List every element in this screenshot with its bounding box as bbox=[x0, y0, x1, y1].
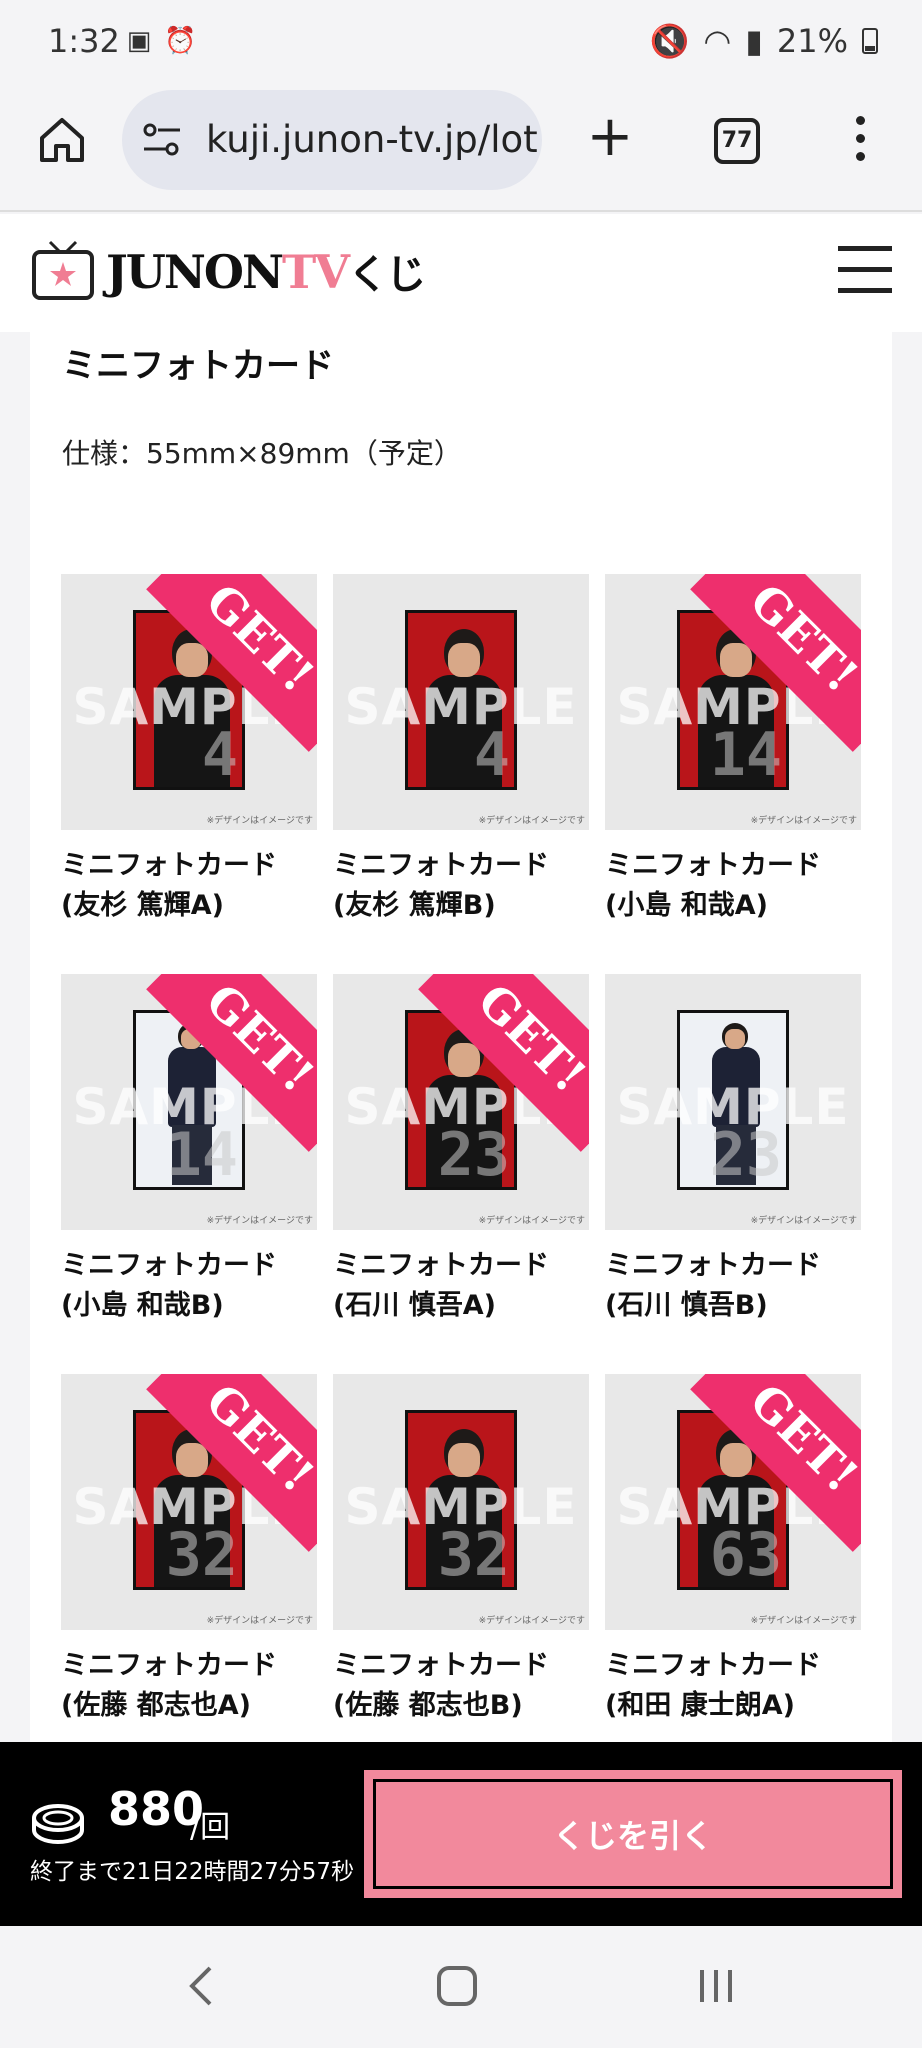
gallery-icon: ▣ bbox=[126, 26, 152, 56]
prize-caption: ミニフォトカード (石川 慎吾B) bbox=[605, 1246, 861, 1326]
prize-name: ミニフォトカード bbox=[61, 850, 277, 881]
battery-icon bbox=[862, 28, 878, 54]
design-note: ※デザインはイメージです bbox=[750, 1216, 857, 1226]
site-header: JUNONTVくじ bbox=[0, 214, 922, 332]
battery-percent: 21% bbox=[776, 22, 848, 60]
prize-caption: ミニフォトカード (佐藤 都志也A) bbox=[61, 1646, 317, 1726]
mute-icon: 🔇 bbox=[649, 22, 690, 60]
sample-watermark: SAMPLE bbox=[616, 1078, 850, 1136]
prize-caption: ミニフォトカード (友杉 篤輝A) bbox=[61, 846, 317, 926]
logo-kuji: くじ bbox=[347, 252, 426, 298]
tab-switcher-button[interactable]: 77 bbox=[714, 118, 760, 164]
prize-thumbnail[interactable]: 14 SAMPLE ※デザインはイメージです GET! bbox=[61, 974, 317, 1230]
prize-caption: ミニフォトカード (和田 康士朗A) bbox=[605, 1646, 861, 1726]
prize-name: ミニフォトカード bbox=[333, 1650, 549, 1681]
prize-item[interactable]: 32 SAMPLE ※デザインはイメージです GET! ミニフォトカード (佐藤 都志也A… bbox=[61, 1374, 317, 1726]
prize-item[interactable]: 23 SAMPLE ※デザインはイメージです GET! ミニフォトカード (石川 慎吾A) bbox=[333, 974, 589, 1326]
prize-thumbnail[interactable]: 63 SAMPLE ※デザインはイメージです GET! bbox=[605, 1374, 861, 1630]
prize-item[interactable]: 4 SAMPLE ※デザインはイメージです ミニフォトカード (友杉 篤輝B) bbox=[333, 574, 589, 926]
logo-main: JUNON bbox=[106, 245, 284, 299]
prize-thumbnail[interactable]: 4 SAMPLE ※デザインはイメージです bbox=[333, 574, 589, 830]
browser-toolbar: kuji.junon-tv.jp/lot + 77 bbox=[0, 84, 922, 212]
design-note: ※デザインはイメージです bbox=[478, 816, 585, 826]
prize-name: ミニフォトカード bbox=[61, 1650, 277, 1681]
prize-caption: ミニフォトカード (石川 慎吾A) bbox=[333, 1246, 589, 1326]
spec-text: 仕様：55mm×89mm（予定） bbox=[62, 437, 462, 470]
prize-item[interactable]: 23 SAMPLE ※デザインはイメージです ミニフォトカード (石川 慎吾B) bbox=[605, 974, 861, 1326]
prize-item[interactable]: 63 SAMPLE ※デザインはイメージです GET! ミニフォトカード (和田 康士朗A… bbox=[605, 1374, 861, 1726]
prize-variant: (小島 和哉A) bbox=[605, 890, 768, 921]
sample-watermark: SAMPLE bbox=[344, 1478, 578, 1536]
prize-name: ミニフォトカード bbox=[605, 1650, 821, 1681]
prize-item[interactable]: 32 SAMPLE ※デザインはイメージです ミニフォトカード (佐藤 都志也B) bbox=[333, 1374, 589, 1726]
prize-thumbnail[interactable]: 23 SAMPLE ※デザインはイメージです GET! bbox=[333, 974, 589, 1230]
prize-name: ミニフォトカード bbox=[61, 1250, 277, 1281]
wifi-icon: ◠ bbox=[703, 22, 732, 60]
prize-section: ミニフォトカード 仕様：55mm×89mm（予定） 4 SAMPLE ※デザインはイ… bbox=[30, 332, 892, 1742]
design-note: ※デザインはイメージです bbox=[206, 1616, 313, 1626]
more-menu-icon[interactable] bbox=[850, 116, 870, 166]
prize-variant: (友杉 篤輝A) bbox=[61, 890, 224, 921]
logo-tv: TV bbox=[282, 245, 350, 299]
status-right: 🔇 ◠ ▮ 21% bbox=[649, 22, 878, 60]
status-bar: 1:32 ▣ ⏰ 🔇 ◠ ▮ 21% bbox=[0, 0, 922, 84]
alarm-icon: ⏰ bbox=[164, 26, 197, 56]
prize-caption: ミニフォトカード (小島 和哉B) bbox=[61, 1246, 317, 1326]
prize-item[interactable]: 14 SAMPLE ※デザインはイメージです GET! ミニフォトカード (小島 和哉B) bbox=[61, 974, 317, 1326]
prize-thumbnail[interactable]: 32 SAMPLE ※デザインはイメージです GET! bbox=[61, 1374, 317, 1630]
site-logo[interactable]: JUNONTVくじ bbox=[106, 242, 426, 300]
time-remaining: 終了まで21日22時間27分57秒 bbox=[30, 1859, 355, 1885]
site-settings-icon[interactable] bbox=[142, 122, 182, 158]
prize-variant: (佐藤 都志也B) bbox=[333, 1690, 523, 1721]
prize-item[interactable]: 14 SAMPLE ※デザインはイメージです GET! ミニフォトカード (小島 和哉A) bbox=[605, 574, 861, 926]
prize-name: ミニフォトカード bbox=[333, 1250, 549, 1281]
purchase-bar: 880 /回 終了まで21日22時間27分57秒 くじを引く bbox=[0, 1742, 922, 1926]
price-unit: /回 bbox=[190, 1810, 231, 1845]
section-title: ミニフォトカード bbox=[62, 346, 334, 386]
signal-icon: ▮ bbox=[745, 22, 763, 60]
sample-watermark: SAMPLE bbox=[344, 678, 578, 736]
prize-caption: ミニフォトカード (友杉 篤輝B) bbox=[333, 846, 589, 926]
prize-variant: (石川 慎吾A) bbox=[333, 1290, 496, 1321]
prize-name: ミニフォトカード bbox=[605, 850, 821, 881]
tv-logo-icon[interactable] bbox=[30, 238, 96, 304]
prize-variant: (佐藤 都志也A) bbox=[61, 1690, 251, 1721]
prize-caption: ミニフォトカード (小島 和哉A) bbox=[605, 846, 861, 926]
prize-variant: (小島 和哉B) bbox=[61, 1290, 224, 1321]
prize-item[interactable]: 4 SAMPLE ※デザインはイメージです GET! ミニフォトカード (友杉 篤輝A) bbox=[61, 574, 317, 926]
system-nav-bar bbox=[0, 1926, 922, 2048]
prize-name: ミニフォトカード bbox=[333, 850, 549, 881]
design-note: ※デザインはイメージです bbox=[750, 1616, 857, 1626]
prize-variant: (和田 康士朗A) bbox=[605, 1690, 795, 1721]
hamburger-menu-icon[interactable] bbox=[838, 246, 892, 294]
prize-thumbnail[interactable]: 4 SAMPLE ※デザインはイメージです GET! bbox=[61, 574, 317, 830]
design-note: ※デザインはイメージです bbox=[206, 816, 313, 826]
prize-name: ミニフォトカード bbox=[605, 1250, 821, 1281]
status-time: 1:32 bbox=[48, 22, 120, 60]
address-bar[interactable]: kuji.junon-tv.jp/lot bbox=[122, 90, 542, 190]
home-icon[interactable] bbox=[36, 114, 88, 166]
design-note: ※デザインはイメージです bbox=[750, 816, 857, 826]
new-tab-icon[interactable]: + bbox=[584, 109, 636, 165]
design-note: ※デザインはイメージです bbox=[206, 1216, 313, 1226]
prize-variant: (友杉 篤輝B) bbox=[333, 890, 496, 921]
design-note: ※デザインはイメージです bbox=[478, 1216, 585, 1226]
back-icon[interactable] bbox=[186, 1964, 216, 2008]
prize-caption: ミニフォトカード (佐藤 都志也B) bbox=[333, 1646, 589, 1726]
prize-thumbnail[interactable]: 14 SAMPLE ※デザインはイメージです GET! bbox=[605, 574, 861, 830]
draw-lottery-button[interactable]: くじを引く bbox=[364, 1770, 902, 1898]
recent-apps-icon[interactable] bbox=[696, 1966, 736, 2006]
prize-variant: (石川 慎吾B) bbox=[605, 1290, 768, 1321]
status-left-icons: ▣ ⏰ bbox=[124, 26, 197, 56]
prize-thumbnail[interactable]: 23 SAMPLE ※デザインはイメージです bbox=[605, 974, 861, 1230]
home-nav-icon[interactable] bbox=[437, 1966, 477, 2006]
url-text: kuji.junon-tv.jp/lot bbox=[206, 118, 538, 161]
design-note: ※デザインはイメージです bbox=[478, 1616, 585, 1626]
prize-thumbnail[interactable]: 32 SAMPLE ※デザインはイメージです bbox=[333, 1374, 589, 1630]
coin-icon bbox=[32, 1804, 84, 1844]
